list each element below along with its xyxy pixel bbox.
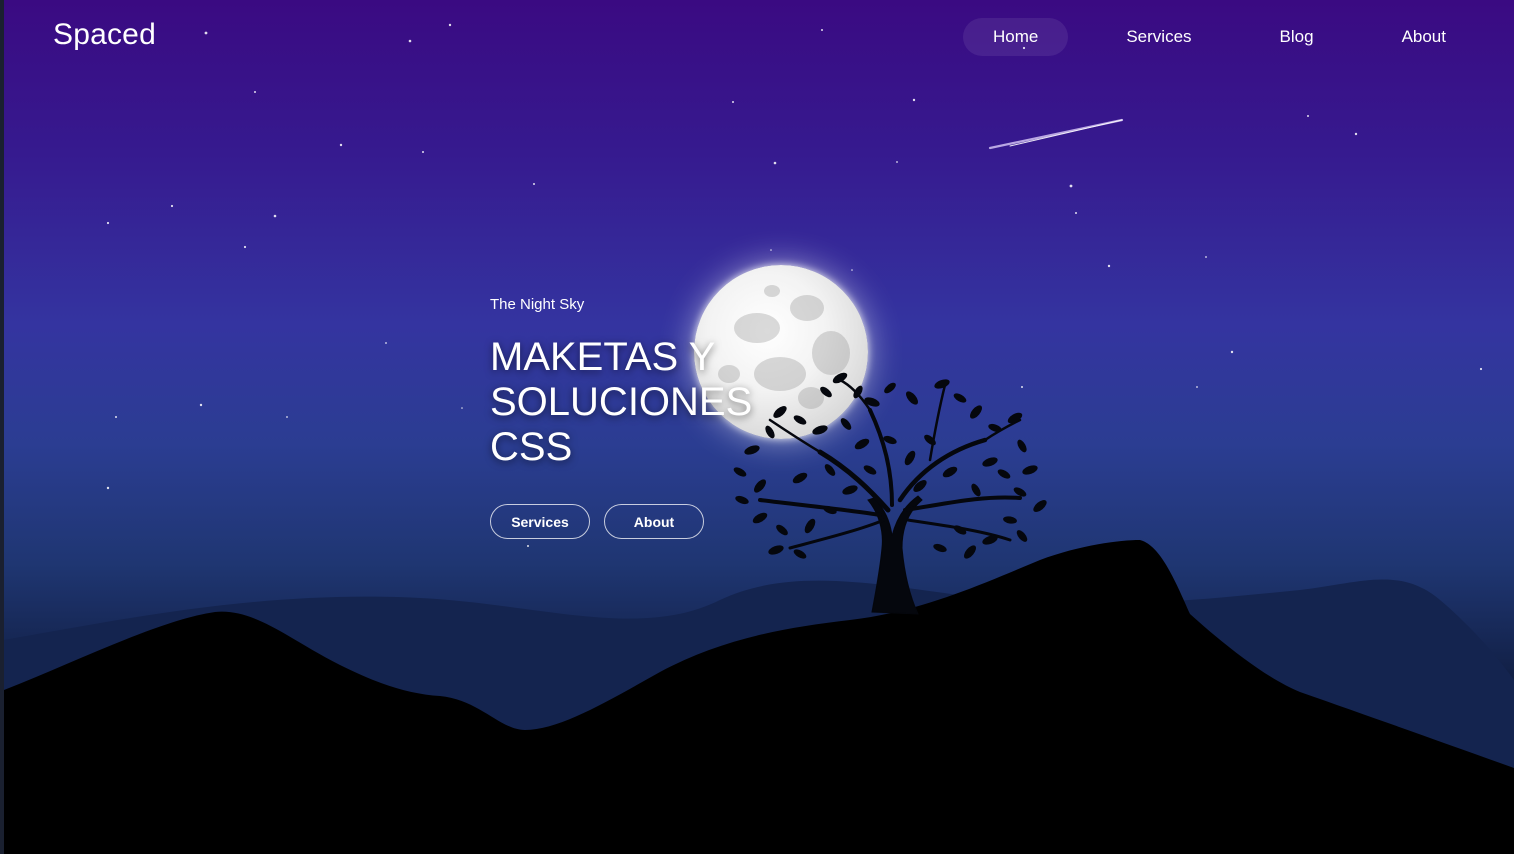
services-button[interactable]: Services — [490, 504, 590, 539]
nav-links: Home Services Blog About — [962, 18, 1476, 56]
nav-link-home[interactable]: Home — [962, 18, 1069, 56]
hero-title: MAKETAS Y SOLUCIONES CSS — [490, 335, 753, 469]
nav-link-blog[interactable]: Blog — [1250, 18, 1344, 56]
hero: The Night Sky MAKETAS Y SOLUCIONES CSS S… — [490, 296, 910, 539]
hero-buttons: Services About — [490, 504, 910, 539]
logo[interactable]: Spaced — [53, 18, 156, 52]
about-button[interactable]: About — [604, 504, 704, 539]
landing-page: Spaced Home Services Blog About The Nigh… — [0, 0, 1514, 854]
nav-link-services[interactable]: Services — [1096, 18, 1221, 56]
nav-link-about[interactable]: About — [1372, 18, 1476, 56]
navbar: Spaced Home Services Blog About — [0, 0, 1514, 74]
hero-eyebrow: The Night Sky — [490, 296, 585, 313]
